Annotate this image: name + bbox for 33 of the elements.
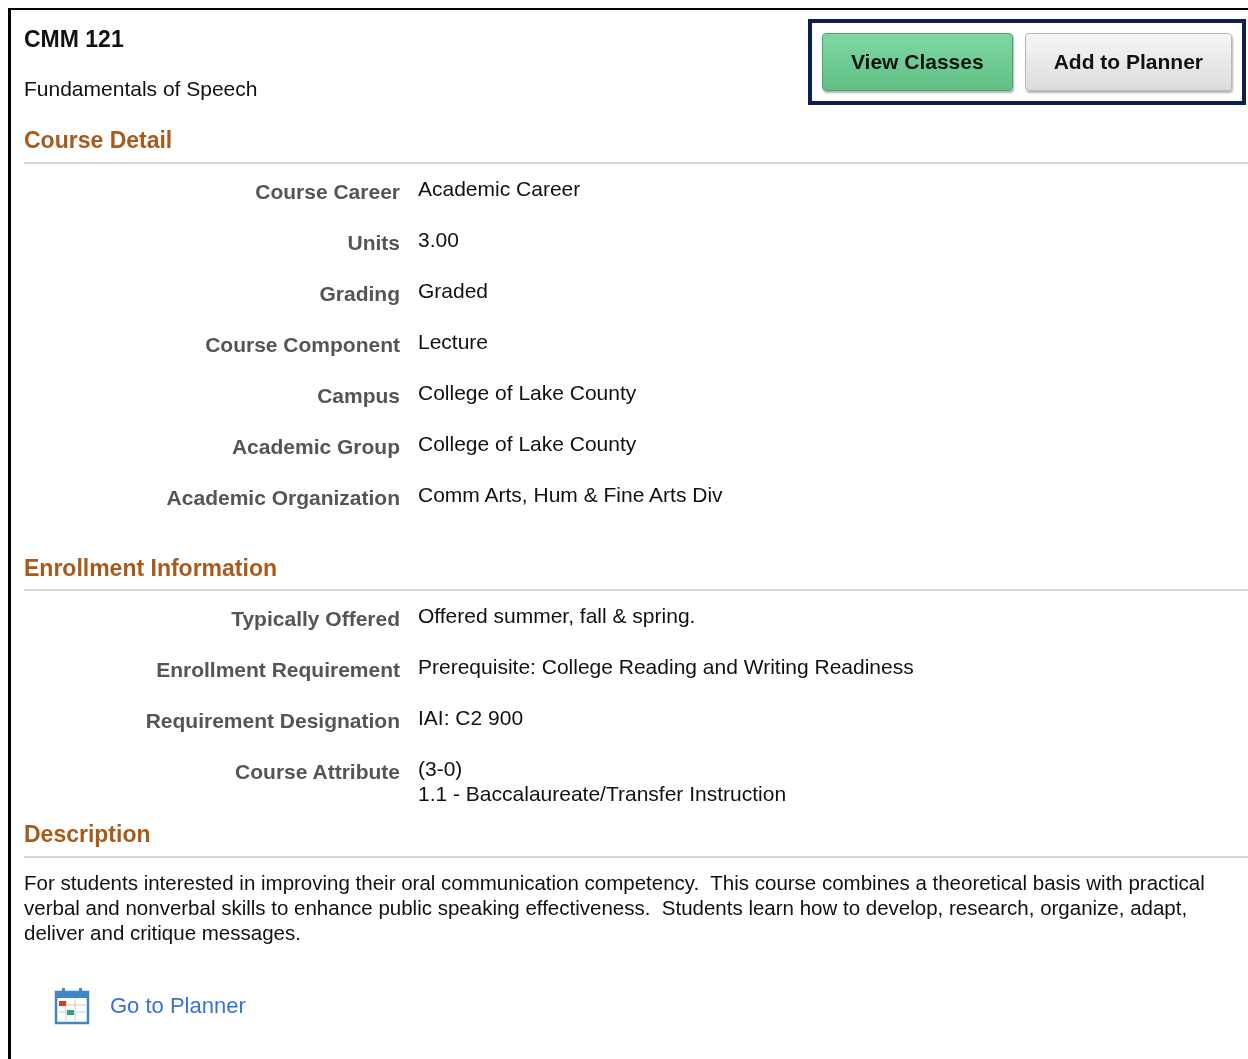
- description-text: For students interested in improving their oral communication competency. This course combines a theoretical basis with practical verbal and nonverbal skills to enhance public speaking effectiveness. Students learn how to develop, research, organize, adapt, deliver and critique messages.: [24, 869, 1206, 945]
- field-value: College of Lake County: [418, 430, 637, 456]
- section-heading: Course Detail: [24, 126, 173, 155]
- field-label: Requirement Designation: [144, 708, 400, 734]
- course-title: Fundamentals of Speech: [24, 75, 258, 102]
- field-label: Campus: [316, 382, 400, 409]
- field-label: Units: [346, 229, 400, 256]
- course-code: CMM 121: [24, 25, 125, 54]
- calendar-icon: [54, 986, 90, 1025]
- field-label: Academic Group: [230, 433, 400, 460]
- section-heading: Description: [24, 820, 151, 849]
- field-label: Course Career: [254, 178, 400, 205]
- field-value: IAI: C2 900: [418, 705, 524, 730]
- field-value: Graded: [418, 277, 489, 303]
- field-value: 3.00: [418, 226, 459, 252]
- field-label: Course Attribute: [234, 759, 400, 785]
- field-value: Lecture: [418, 328, 489, 354]
- planner-link[interactable]: Go to Planner: [110, 989, 246, 1022]
- field-label: Typically Offered: [230, 606, 400, 632]
- action-button[interactable]: View Classes: [821, 33, 1013, 91]
- field-value: Comm Arts, Hum & Fine Arts Div: [418, 481, 723, 507]
- field-value: Offered summer, fall & spring.: [418, 603, 696, 628]
- field-label: Course Component: [204, 331, 400, 358]
- field-value: 1.1 - Baccalaureate/Transfer Instruction: [418, 781, 787, 806]
- action-button[interactable]: Add to Planner: [1024, 33, 1232, 91]
- field-value: Academic Career: [418, 175, 581, 201]
- section-heading: Enrollment Information: [24, 553, 277, 583]
- field-value: Prerequisite: College Reading and Writing Readiness: [418, 654, 914, 679]
- field-label: Enrollment Requirement: [155, 657, 400, 683]
- field-label: Academic Organization: [165, 484, 400, 511]
- field-value: College of Lake County: [418, 379, 637, 405]
- field-label: Grading: [318, 280, 400, 307]
- field-value: (3-0): [418, 756, 464, 781]
